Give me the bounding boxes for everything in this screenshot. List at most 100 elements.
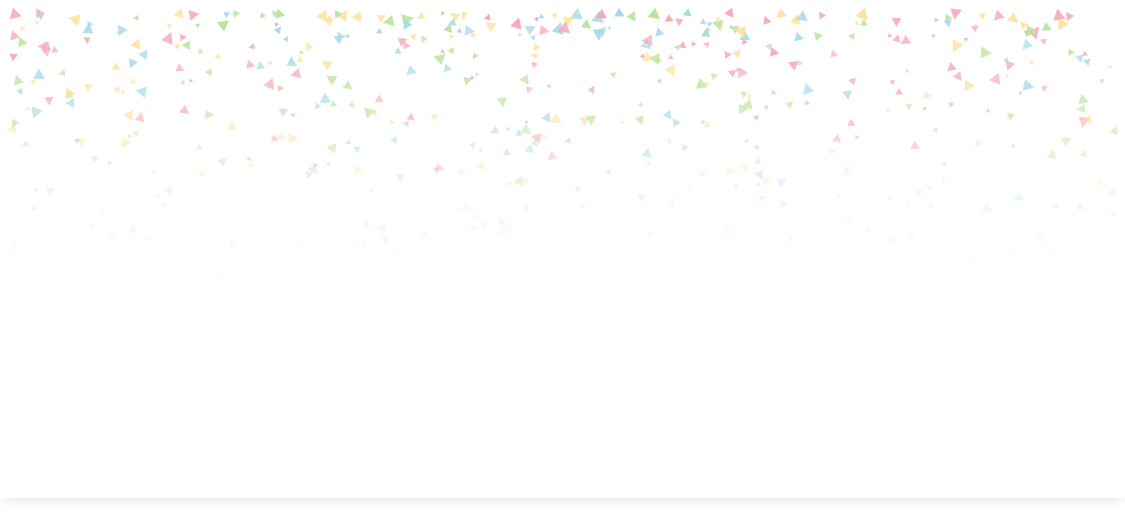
confetti-triangle [941,161,947,168]
confetti-triangle [173,8,184,19]
confetti-triangle [90,155,98,163]
confetti-triangle [905,203,911,208]
confetti-triangle [1109,210,1118,218]
confetti-triangle [447,47,454,55]
confetti-triangle [1022,79,1035,91]
confetti-triangle [251,303,259,311]
confetti-triangle [1099,79,1105,84]
confetti-triangle [31,106,43,119]
confetti-triangle [130,38,141,50]
confetti-triangle [637,102,643,108]
confetti-triangle [111,62,121,70]
confetti-triangle [710,73,718,81]
confetti-triangle [248,43,256,50]
confetti-triangle [9,7,22,20]
confetti-triangle [496,97,508,107]
confetti-triangle [352,146,361,154]
confetti-triangle [450,12,461,23]
confetti-triangle [9,53,18,62]
confetti-triangle [85,305,95,315]
confetti-triangle [339,292,347,300]
confetti-triangle [524,25,536,36]
confetti-triangle [84,83,93,92]
confetti-triangle [924,90,933,100]
confetti-triangle [14,75,24,86]
confetti-triangle [438,310,444,317]
confetti-triangle [421,35,428,43]
confetti-triangle [580,19,592,29]
confetti-triangle [701,119,706,125]
confetti-triangle [1008,247,1016,255]
confetti-triangle [928,300,935,307]
confetti-triangle [1053,8,1066,21]
confetti-triangle [712,19,724,32]
confetti-triangle [614,7,625,17]
confetti-triangle [381,282,389,291]
confetti-triangle [353,166,363,176]
confetti-triangle [519,74,529,85]
confetti-triangle [178,104,189,115]
confetti-triangle [927,186,932,191]
confetti-triangle [948,101,955,108]
confetti-triangle [490,125,500,134]
confetti-triangle [227,121,237,131]
confetti-triangle [931,284,937,292]
confetti-triangle [138,49,148,61]
confetti-triangle [288,133,299,145]
confetti-triangle [90,223,96,229]
confetti-triangle [993,9,1005,21]
confetti-triangle [886,196,892,202]
confetti-triangle [248,162,254,168]
confetti-triangle [854,282,861,289]
confetti-triangle [273,247,278,252]
confetti-triangle [390,136,397,145]
confetti-triangle [905,103,913,111]
confetti-triangle [1052,202,1059,210]
confetti-triangle [988,72,1001,85]
confetti-triangle [841,218,852,229]
confetti-triangle [533,43,541,51]
confetti-triangle [99,302,105,309]
confetti-triangle [436,282,444,289]
confetti-triangle [831,133,842,143]
confetti-triangle [763,105,769,110]
confetti-triangle [306,294,313,301]
confetti-triangle [763,15,772,25]
confetti-triangle [290,67,302,79]
confetti-triangle [348,100,355,108]
confetti-triangle [260,12,267,19]
confetti-triangle [622,307,630,314]
confetti-triangle [769,47,780,57]
confetti-triangle [843,165,853,175]
confetti-triangle [403,305,410,312]
confetti-triangle [486,255,492,261]
confetti-triangle [175,63,185,72]
confetti-triangle [981,202,993,212]
confetti-triangle [533,16,539,22]
confetti-triangle [673,44,680,51]
confetti-triangle [342,80,353,90]
confetti-triangle [51,45,59,53]
confetti-triangle [1082,58,1091,66]
confetti-triangle [274,22,280,27]
confetti-triangle [731,48,741,59]
confetti-triangle [507,181,512,187]
confetti-triangle [109,233,116,241]
confetti-triangle [270,134,279,142]
confetti-triangle [32,68,46,80]
confetti-triangle [326,142,337,154]
confetti-triangle [358,238,367,248]
confetti-triangle [326,162,332,168]
confetti-triangle [986,311,993,318]
confetti-triangle [667,198,677,208]
confetti-triangle [656,78,662,84]
confetti-triangle [223,11,231,19]
confetti-triangle [784,101,794,110]
confetti-triangle [174,44,181,50]
confetti-triangle [275,269,281,275]
confetti-triangle [848,77,856,86]
confetti-triangle [405,252,411,258]
confetti-triangle [605,168,611,175]
confetti-triangle [538,13,545,19]
confetti-triangle [753,170,763,180]
